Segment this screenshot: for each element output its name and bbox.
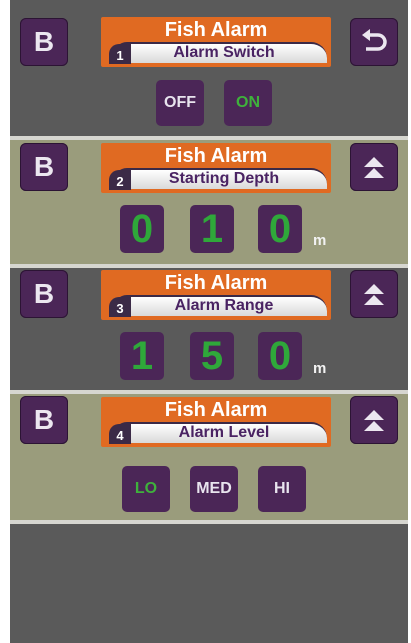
section-header: Fish Alarm 1 Alarm Switch xyxy=(101,17,331,67)
option-on-button[interactable]: ON xyxy=(224,80,272,126)
header-subtitle: Alarm Range xyxy=(174,297,274,314)
header-subtitle: Starting Depth xyxy=(168,170,280,187)
header-subtitle: Alarm Level xyxy=(178,424,270,441)
section-header: Fish Alarm 2 Starting Depth xyxy=(101,143,331,193)
header-subtitle: Alarm Switch xyxy=(173,44,275,61)
range-digit[interactable]: 1 xyxy=(120,332,164,380)
return-icon xyxy=(362,29,387,51)
collapse-up-icon xyxy=(364,284,384,305)
header-title: Fish Alarm xyxy=(164,19,268,41)
collapse-up-icon xyxy=(364,157,384,178)
back-button[interactable]: B xyxy=(20,270,68,318)
depth-digit[interactable]: 0 xyxy=(258,205,302,253)
level-lo-button[interactable]: LO xyxy=(122,466,170,512)
option-off-button[interactable]: OFF xyxy=(156,80,204,126)
app-frame: B Fish Alarm 1 Alarm Switch OFF ON B Fis… xyxy=(10,0,408,643)
back-button-label: B xyxy=(33,151,55,182)
alarm-switch-section: B Fish Alarm 1 Alarm Switch OFF ON xyxy=(10,0,408,136)
section-number: 4 xyxy=(109,424,131,444)
section-header: Fish Alarm 4 Alarm Level xyxy=(101,397,331,447)
alarm-level-section: B Fish Alarm 4 Alarm Level LO MED HI xyxy=(10,394,408,520)
header-title: Fish Alarm xyxy=(164,272,268,294)
back-button[interactable]: B xyxy=(20,396,68,444)
section-number: 3 xyxy=(109,297,131,317)
depth-digit[interactable]: 0 xyxy=(120,205,164,253)
header-title: Fish Alarm xyxy=(164,399,268,421)
level-hi-button[interactable]: HI xyxy=(258,466,306,512)
back-button[interactable]: B xyxy=(20,18,68,66)
collapse-button[interactable] xyxy=(350,143,398,191)
alarm-range-section: B Fish Alarm 3 Alarm Range 1 5 0 m xyxy=(10,268,408,390)
level-med-button[interactable]: MED xyxy=(190,466,238,512)
empty-area xyxy=(10,524,408,643)
collapse-button[interactable] xyxy=(350,396,398,444)
unit-label: m xyxy=(313,360,327,377)
unit-label: m xyxy=(313,232,327,249)
return-button[interactable] xyxy=(350,18,398,66)
back-button[interactable]: B xyxy=(20,143,68,191)
section-number: 1 xyxy=(109,44,131,64)
header-title: Fish Alarm xyxy=(164,145,268,167)
range-digit[interactable]: 0 xyxy=(258,332,302,380)
back-button-label: B xyxy=(33,404,55,435)
section-number: 2 xyxy=(109,170,131,190)
back-button-label: B xyxy=(33,278,55,309)
range-digit[interactable]: 5 xyxy=(190,332,234,380)
collapse-button[interactable] xyxy=(350,270,398,318)
section-header: Fish Alarm 3 Alarm Range xyxy=(101,270,331,320)
starting-depth-section: B Fish Alarm 2 Starting Depth 0 1 0 m xyxy=(10,140,408,264)
depth-digit[interactable]: 1 xyxy=(190,205,234,253)
collapse-up-icon xyxy=(364,410,384,431)
back-button-label: B xyxy=(33,26,55,57)
